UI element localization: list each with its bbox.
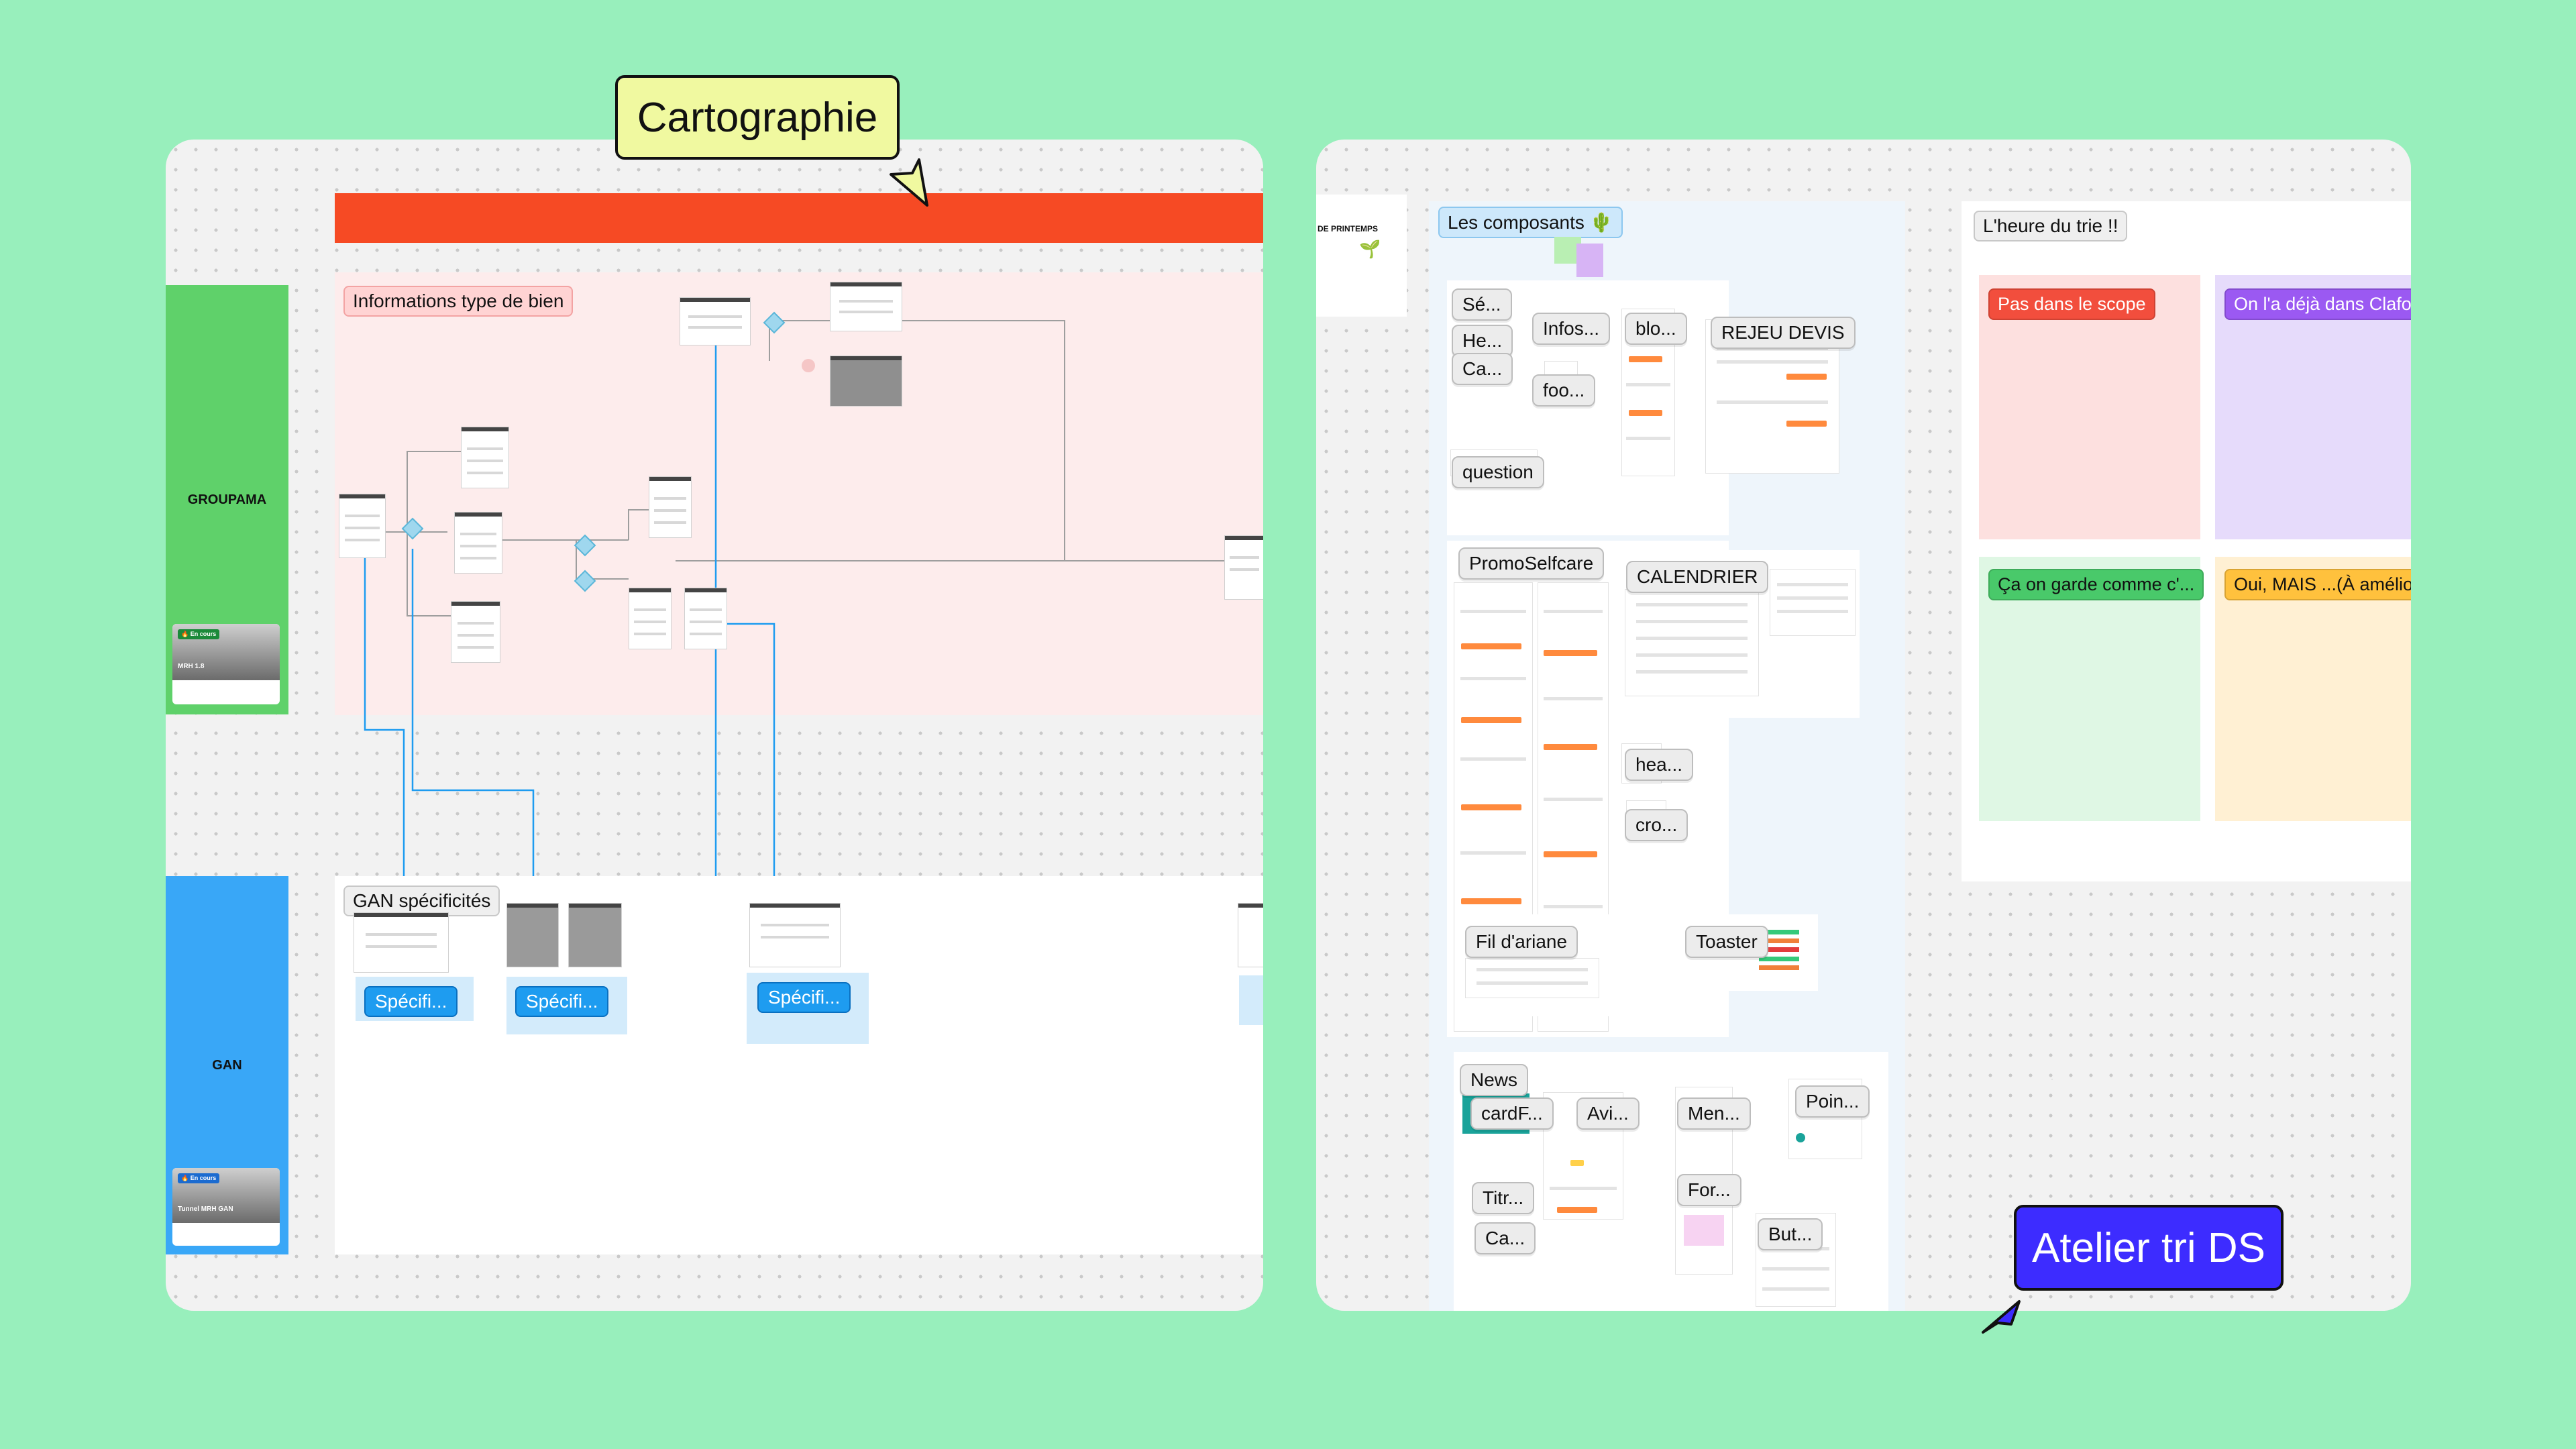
component-label[interactable]: Fil d'ariane [1465, 926, 1578, 958]
printemps-label: DE PRINTEMPS [1318, 224, 1379, 233]
calendar-mockup [1770, 569, 1856, 636]
column-label[interactable]: Ça on garde comme c'... [1988, 569, 2204, 600]
component-label[interactable]: foo... [1532, 374, 1596, 407]
component-label[interactable]: CALENDRIER [1626, 561, 1769, 593]
wireframe-frame[interactable] [354, 912, 449, 973]
component-label[interactable]: Titr... [1472, 1182, 1535, 1214]
cartographie-board[interactable]: GROUPAMA 🔥 En cours MRH 1.8 GAN 🔥 En cou… [166, 140, 1263, 1311]
component-label[interactable]: But... [1758, 1218, 1823, 1250]
component-label[interactable]: For... [1677, 1174, 1741, 1206]
column-label[interactable]: Oui, MAIS ...(À amélior... [2224, 569, 2411, 600]
atelier-tag[interactable]: Atelier tri DS [2014, 1205, 2284, 1291]
wireframe-frame[interactable] [1224, 535, 1263, 600]
component-label[interactable]: News [1460, 1064, 1529, 1096]
wireframe-frame[interactable] [451, 601, 500, 663]
column-label[interactable]: Pas dans le scope [1988, 288, 2155, 320]
component-label[interactable]: Infos... [1532, 313, 1611, 345]
wireframe-frame[interactable] [629, 588, 672, 649]
tri-title[interactable]: L'heure du trie !! [1974, 211, 2128, 241]
spec-tag[interactable]: Spécifi... [364, 986, 458, 1017]
column-label[interactable]: On l'a déjà dans Clafo... [2224, 288, 2411, 320]
component-label[interactable]: cro... [1625, 809, 1688, 841]
wireframe-frame[interactable] [684, 588, 727, 649]
component-label[interactable]: Sé... [1452, 288, 1512, 321]
printemps-card[interactable]: DE PRINTEMPS 🌱 [1316, 195, 1407, 317]
composants-title[interactable]: Les composants 🌵 [1438, 207, 1623, 238]
wireframe-frame[interactable] [680, 297, 751, 345]
spec-tag[interactable]: Spécifi... [515, 986, 609, 1017]
component-label[interactable]: question [1452, 456, 1544, 488]
wireframe-frame[interactable] [830, 282, 902, 331]
component-mockup [1465, 958, 1599, 998]
component-label[interactable]: PromoSelfcare [1458, 547, 1605, 580]
component-label[interactable]: Men... [1677, 1097, 1751, 1130]
plant-icon: 🌱 [1359, 239, 1381, 259]
component-mockup [2051, 1079, 2053, 1080]
component-label[interactable]: Ca... [1474, 1222, 1536, 1254]
calendar-mockup [1625, 589, 1759, 696]
wireframe-frame[interactable] [461, 427, 509, 488]
component-label[interactable]: hea... [1625, 749, 1694, 781]
spec-tag[interactable]: Spécifi... [757, 982, 851, 1013]
component-label[interactable]: REJEU DEVIS [1711, 317, 1856, 349]
wireframe-frame[interactable] [649, 476, 692, 538]
wireframe-frame[interactable] [749, 903, 841, 967]
wireframe-frame[interactable] [568, 903, 622, 967]
component-label[interactable]: Poin... [1795, 1085, 1870, 1118]
component-label[interactable]: He... [1452, 325, 1513, 357]
component-label[interactable]: cardF... [1470, 1097, 1554, 1130]
wireframe-frame[interactable] [339, 494, 386, 558]
cursor-icon [890, 158, 928, 207]
component-label[interactable]: blo... [1625, 313, 1687, 345]
component-label[interactable]: Avi... [1576, 1097, 1640, 1130]
atelier-board[interactable]: DE PRINTEMPS 🌱 Les composants 🌵 Sé... He… [1316, 140, 2411, 1311]
component-label[interactable]: Toaster [1685, 926, 1768, 958]
wireframe-frame[interactable] [454, 512, 502, 574]
wireframe-frame[interactable] [830, 356, 902, 407]
color-swatch [1576, 244, 1603, 277]
wireframe-frame[interactable] [506, 903, 559, 967]
cartographie-tag[interactable]: Cartographie [615, 75, 900, 160]
spec-frame [1239, 975, 1263, 1025]
component-label[interactable]: Ca... [1452, 353, 1513, 385]
wireframe-frame[interactable] [1238, 903, 1263, 967]
cursor-icon [1982, 1300, 2021, 1334]
